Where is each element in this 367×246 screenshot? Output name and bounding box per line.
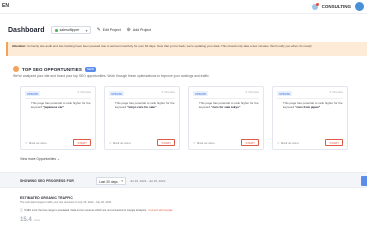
card-keyword: "tokyo cars for sale" [127, 104, 157, 109]
divider [25, 98, 91, 99]
top-bar: EN CONSULTING [0, 0, 367, 14]
start-button[interactable]: START [157, 139, 175, 146]
plus-circle-icon: ⊕ [126, 27, 131, 33]
card-badge: UPDATE [193, 91, 209, 96]
seo-progress-bar: SHOWING SEO PROGRESS FOR Last 30 days ▾ … [0, 172, 367, 188]
add-project-button[interactable]: ⊕ Add Project [127, 27, 151, 33]
period-select-value: Last 30 days [99, 179, 118, 184]
opportunity-card: UPDATE ✕ Dismiss This page has potential… [104, 86, 180, 150]
chevron-down-icon: ▾ [121, 179, 123, 183]
mark-done-button[interactable]: ☆ Mark as done [277, 141, 299, 145]
edit-project-button[interactable]: ✎ Edit Project [97, 27, 121, 33]
view-more-link[interactable]: View more Opportunities ⌄ [20, 157, 60, 161]
add-project-label: Add Project [132, 28, 151, 32]
card-keyword: "cars for sale tokyo" [211, 104, 241, 109]
mark-done-button[interactable]: ☆ Mark as done [193, 141, 215, 145]
new-badge: NEW [84, 66, 96, 72]
attention-label: Attention: [12, 44, 27, 48]
dismiss-button[interactable]: ✕ Dismiss [161, 90, 175, 94]
connect-google-link[interactable]: Connect with Google [148, 209, 172, 212]
traffic-value: 15.4 visits [20, 217, 40, 223]
project-select-value: salesoftipper [59, 28, 80, 32]
star-icon: ☆ [25, 141, 28, 145]
card-text: This page has potential to rank higher f… [283, 101, 343, 109]
star-icon: ☆ [109, 141, 112, 145]
dismiss-button[interactable]: ✕ Dismiss [329, 90, 343, 94]
period-select[interactable]: Last 30 days ▾ [96, 177, 126, 185]
card-text: This page has potential to rank higher f… [31, 101, 91, 109]
divider [193, 98, 259, 99]
card-text: This page has potential to rank higher f… [199, 101, 259, 109]
pencil-icon: ✎ [96, 27, 101, 33]
start-button[interactable]: START [73, 139, 91, 146]
traffic-subtitle: The estimated organic traffic your site … [20, 201, 112, 204]
lightbulb-icon [13, 66, 19, 72]
card-keyword: "cars from japan" [295, 104, 321, 109]
side-tab-button[interactable] [361, 176, 367, 186]
page-title: Dashboard [8, 26, 45, 34]
star-icon: ☆ [193, 141, 196, 145]
opportunities-header: TOP SEO OPPORTUNITIES NEW [13, 66, 96, 72]
star-icon: ☆ [277, 141, 280, 145]
opportunity-card: UPDATE ✕ Dismiss This page has potential… [20, 86, 96, 150]
attention-banner: Attention: Currently site audit and site… [6, 42, 367, 56]
mark-done-button[interactable]: ☆ Mark as done [109, 141, 131, 145]
project-status-icon [54, 28, 58, 32]
mark-done-button[interactable]: ☆ Mark as done [25, 141, 47, 145]
card-badge: UPDATE [25, 91, 41, 96]
opportunities-title: TOP SEO OPPORTUNITIES [22, 66, 82, 72]
opportunity-card: UPDATE ✕ Dismiss This page has potential… [272, 86, 348, 150]
project-select[interactable]: salesoftipper ▾ [50, 26, 91, 34]
dashboard-header: Dashboard salesoftipper ▾ ✎ Edit Project… [8, 26, 151, 34]
progress-label: SHOWING SEO PROGRESS FOR [20, 179, 74, 183]
card-badge: UPDATE [109, 91, 125, 96]
chevron-down-icon: ⌄ [56, 157, 60, 161]
dismiss-button[interactable]: ✕ Dismiss [245, 90, 259, 94]
notification-icon[interactable] [311, 2, 319, 10]
edit-project-label: Edit Project [102, 28, 121, 32]
card-keyword: "japanese car" [43, 104, 65, 109]
traffic-note: ⓘ Traffic is for the time range is simul… [20, 208, 173, 213]
top-right-controls: CONSULTING [311, 2, 364, 11]
divider [277, 98, 343, 99]
traffic-title: ESTIMATED ORGANIC TRAFFIC [20, 196, 73, 200]
attention-message: Currently site audit and site tracking h… [27, 44, 312, 48]
opportunity-card: UPDATE ✕ Dismiss This page has potential… [188, 86, 264, 150]
chevron-down-icon: ▾ [85, 28, 88, 33]
consulting-link[interactable]: CONSULTING [322, 4, 351, 9]
divider [109, 98, 175, 99]
card-text: This page has potential to rank higher f… [115, 101, 175, 109]
language-selector[interactable]: EN [2, 3, 9, 9]
start-button[interactable]: START [325, 139, 343, 146]
avatar[interactable] [355, 2, 364, 11]
start-button[interactable]: START [241, 139, 259, 146]
date-range: Jul 26, 2022 - Jul 26, 2022 [130, 179, 166, 183]
opportunities-description: We've analyzed your site and found your … [13, 74, 210, 78]
card-badge: UPDATE [277, 91, 293, 96]
dismiss-button[interactable]: ✕ Dismiss [77, 90, 91, 94]
info-icon: ⓘ [20, 209, 23, 212]
